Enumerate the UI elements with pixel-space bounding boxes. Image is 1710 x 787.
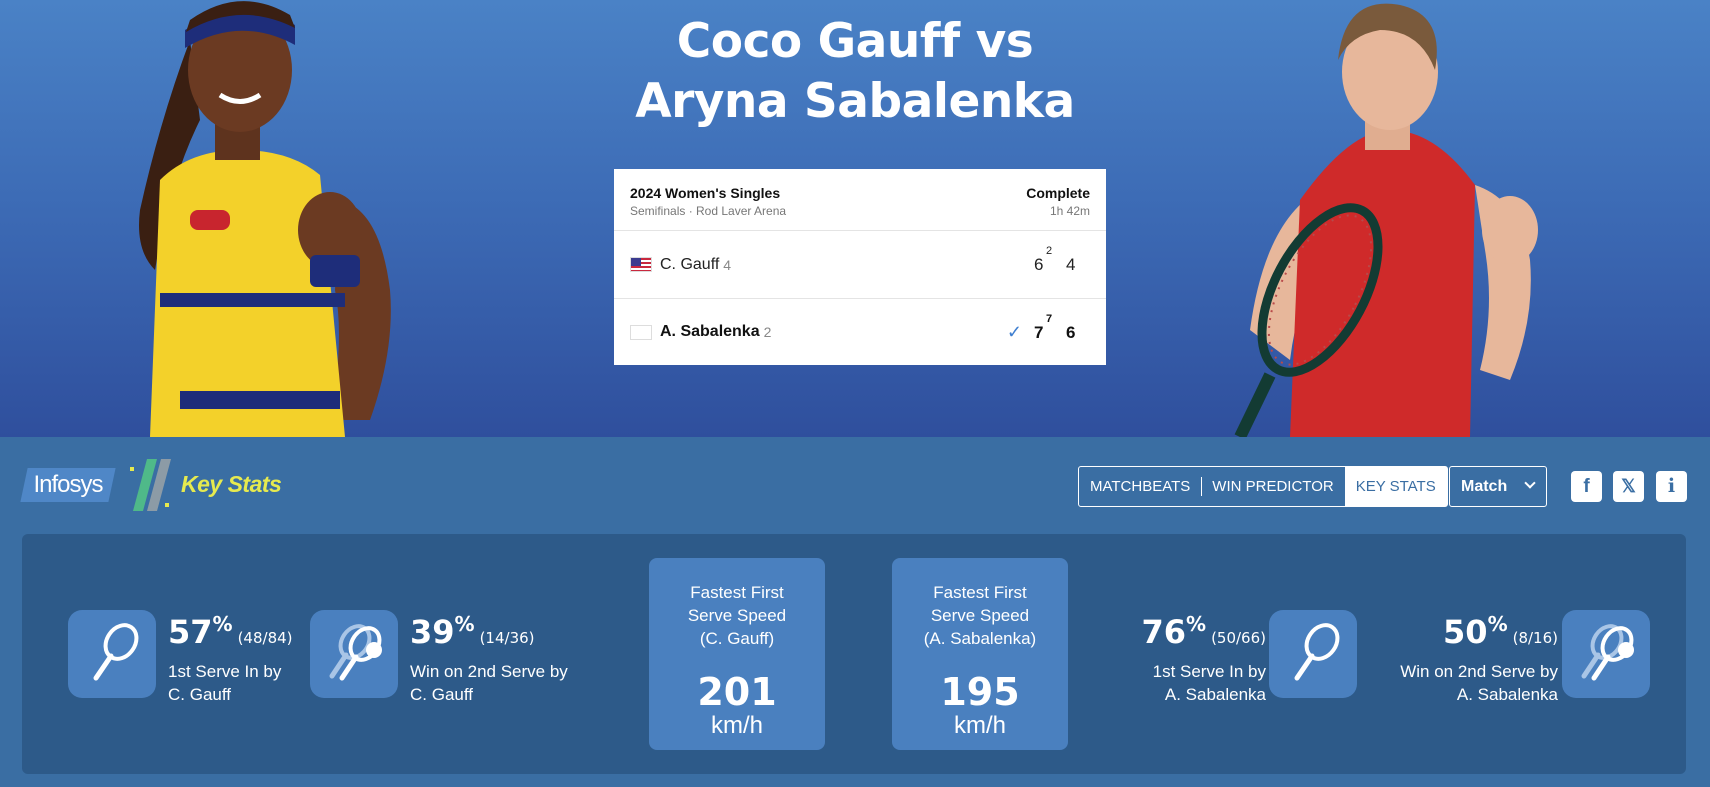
x-twitter-icon[interactable]: 𝕏 [1613,471,1644,502]
match-duration: 1h 42m [1049,204,1090,218]
match-dropdown[interactable]: Match [1449,466,1547,507]
player-seed: 4 [723,256,732,273]
info-icon[interactable]: i [1656,471,1687,502]
dropdown-value: Match [1461,478,1508,495]
infosys-logo: Infosys [20,468,116,502]
stat-value: 76 [1141,613,1187,651]
stat-value: 201 [697,670,777,714]
match-hero: Coco Gauff vs Aryna Sabalenka 2024 Women… [0,0,1710,437]
round-venue: Semifinals · Rod Laver Arena [630,204,787,218]
racket-icon-tile [1269,610,1357,698]
tiebreak-score: 7 [1046,312,1053,325]
stat-unit: km/h [710,712,763,739]
set-scores: 62 4 [1034,231,1080,298]
stat-gauff-fastest-serve: Fastest First Serve Speed (C. Gauff) 201 k… [649,558,825,750]
gauff-photo [139,1,391,437]
tab-win-predictor[interactable]: WIN PREDICTOR [1201,467,1344,506]
player-row-sabalenka: A. Sabalenka 2 ✓ 77 6 [614,298,1106,365]
stat-sabalenka-second-serve: 50%(8/16) Win on 2nd Serve by A. Sabalenk… [1400,612,1558,704]
slash-logo-icon [130,459,171,511]
status-label: Complete [1026,185,1090,201]
player-seed: 2 [763,324,772,340]
facebook-icon[interactable]: f [1571,471,1602,502]
stat-value: 39 [410,613,455,651]
set-2-score: 6 [1066,322,1076,342]
player-row-gauff: C. Gauff 4 62 4 [614,231,1106,298]
stat-sabalenka-fastest-serve: Fastest First Serve Speed (A. Sabalenka) 1… [892,558,1068,750]
stat-gauff-second-serve: 39%(14/36) Win on 2nd Serve by C. Gauff [410,612,568,704]
usa-flag-icon [630,257,652,272]
rackets-ball-icon-tile [1562,610,1650,698]
player-name: C. Gauff [660,255,720,273]
stat-sabalenka-first-serve: 76%(50/66) 1st Serve In by A. Sabalenka [1141,612,1266,704]
stat-gauff-first-serve: 57%(48/84) 1st Serve In by C. Gauff [168,612,293,704]
chevron-down-icon [1524,477,1536,489]
player-name: A. Sabalenka [660,323,760,340]
stat-fraction: (14/36) [479,629,535,647]
set-1-score: 62 [1034,244,1053,274]
tab-matchbeats[interactable]: MATCHBEATS [1079,467,1201,506]
tiebreak-score: 2 [1046,244,1053,257]
stat-value: 57 [168,613,213,651]
key-stats-logo: Key Stats [181,471,282,497]
match-scorecard[interactable]: 2024 Women's Singles Semifinals · Rod La… [614,169,1106,365]
match-status: Complete 1h 42m [1026,185,1090,218]
racket-icon [1294,623,1340,681]
stats-panel: 57%(48/84) 1st Serve In by C. Gauff 39%(1… [22,534,1686,774]
tab-key-stats[interactable]: KEY STATS [1344,467,1447,506]
stat-value: 50 [1443,613,1488,651]
rackets-ball-icon [329,624,382,681]
scorecard-header: 2024 Women's Singles Semifinals · Rod La… [614,169,1106,231]
view-tabs: MATCHBEATS WIN PREDICTOR KEY STATS [1078,466,1448,507]
stat-fraction: (50/66) [1211,629,1266,647]
winner-check-icon: ✓ [1006,322,1022,342]
stat-fraction: (8/16) [1512,629,1558,647]
racket-icon [93,623,139,681]
set-2-score: 4 [1066,254,1076,274]
rackets-ball-icon-tile [310,610,398,698]
rackets-ball-icon [1581,624,1634,681]
set-1-score: 77 [1034,312,1053,342]
blank-flag-icon [630,324,652,340]
stat-value: 195 [940,670,1020,714]
racket-icon-tile [68,610,156,698]
stat-fraction: (48/84) [237,629,293,647]
key-stats-section: Infosys Key Stats MATCHBEATS WIN PREDICT… [0,437,1710,787]
event-name: 2024 Women's Singles [630,185,781,201]
set-scores: ✓ 77 6 [1007,299,1080,366]
stat-unit: km/h [953,712,1006,739]
sabalenka-photo [1234,3,1538,437]
